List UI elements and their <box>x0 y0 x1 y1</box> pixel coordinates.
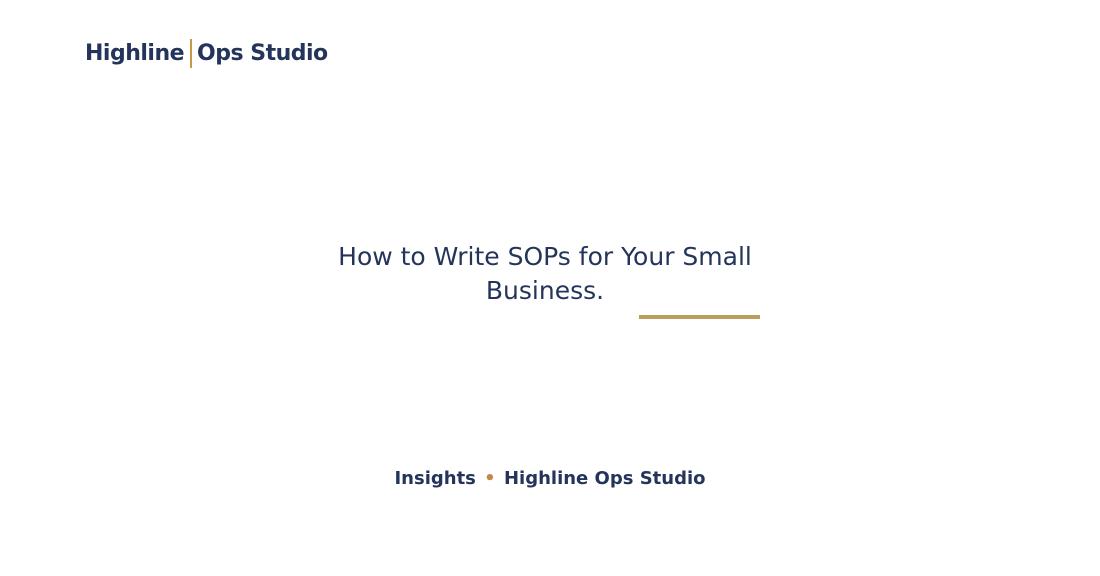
page-title: How to Write SOPs for Your Small Busines… <box>338 242 752 305</box>
brand-logo[interactable]: Highline Ops Studio <box>85 37 328 69</box>
post-meta: Insights • Highline Ops Studio <box>0 466 1100 492</box>
title-accent-rule <box>639 315 760 319</box>
brand-divider <box>190 38 193 68</box>
brand-name-right: Ops Studio <box>197 40 328 66</box>
author-label[interactable]: Highline Ops Studio <box>504 468 706 489</box>
category-label[interactable]: Insights <box>394 468 475 489</box>
separator-dot: • <box>484 468 496 489</box>
brand-name-left: Highline <box>85 40 185 66</box>
